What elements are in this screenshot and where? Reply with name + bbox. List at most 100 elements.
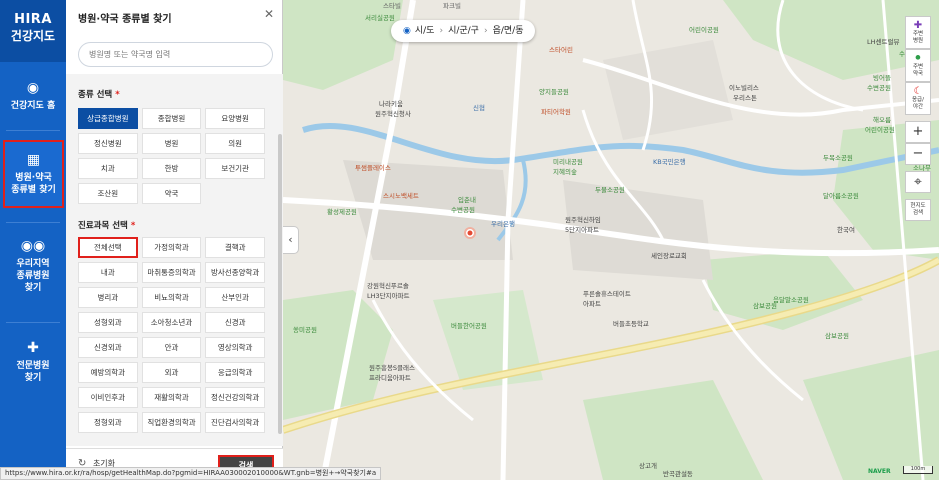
map-place-label[interactable]: 아파트 xyxy=(583,300,601,308)
map-place-label[interactable]: 달아름소공원 xyxy=(823,192,859,200)
dept-chip[interactable]: 신경외과 xyxy=(78,337,138,358)
close-icon[interactable]: ✕ xyxy=(262,7,276,21)
map-view[interactable]: 서리실공원스타빌파크빌어린이공원LH센트럴뷰수변공원나라키움원주혁신청사신협양지… xyxy=(283,0,939,480)
map-place-label[interactable]: 파크빌 xyxy=(443,2,461,10)
nav-item-region[interactable]: ◉◉ 우리지역 종류병원 찾기 xyxy=(0,238,66,294)
map-place-label[interactable]: 강원혁신푸르솔 xyxy=(367,282,409,290)
panel-scroll-area[interactable]: 종류 선택 * 상급종합병원 종합병원 요양병원 정신병원 병원 의원 치과 한방 보건기관 조산… xyxy=(66,74,283,446)
dept-chip[interactable]: 내과 xyxy=(78,262,138,283)
map-place-label[interactable]: 나라키움 xyxy=(379,100,403,108)
dept-chip[interactable]: 산부인과 xyxy=(205,287,265,308)
zoom-in-button[interactable]: + xyxy=(905,121,931,143)
dept-chip[interactable]: 비뇨의학과 xyxy=(141,287,202,308)
map-place-label[interactable]: 원주흥봉S클래스 xyxy=(369,364,415,372)
map-place-label[interactable]: 세인장로교회 xyxy=(651,252,687,260)
type-chip[interactable]: 병원 xyxy=(141,133,202,154)
map-place-label[interactable]: 쏭미공원 xyxy=(293,326,317,334)
map-place-label[interactable]: 두목소공원 xyxy=(823,154,853,162)
breadcrumb-dong[interactable]: 읍/면/동 xyxy=(493,26,524,36)
map-place-label[interactable]: 이노빌리스 xyxy=(729,84,759,92)
dept-chip[interactable]: 방사선종양학과 xyxy=(205,262,265,283)
map-place-label[interactable]: 스타빌 xyxy=(383,2,401,10)
map-place-label[interactable]: 서리실공원 xyxy=(365,14,395,22)
dept-chip[interactable]: 소아청소년과 xyxy=(141,312,202,333)
dept-chip[interactable]: 결핵과 xyxy=(205,237,265,258)
map-place-label[interactable]: 해오름 xyxy=(873,116,891,124)
map-place-label[interactable]: 푸른솔휴스테이트 xyxy=(583,290,631,298)
map-place-label[interactable]: 입춘내 xyxy=(458,196,476,204)
dept-chip[interactable]: 외과 xyxy=(141,362,202,383)
type-chip[interactable]: 조산원 xyxy=(78,183,138,204)
breadcrumb-sido[interactable]: 시/도 xyxy=(415,26,435,36)
type-chip[interactable]: 한방 xyxy=(141,158,202,179)
panel-scrollbar[interactable] xyxy=(278,134,282,434)
nearby-hospital-button[interactable]: ✚ 주변 병원 xyxy=(905,16,931,49)
map-place-label[interactable]: 양지들공원 xyxy=(539,88,569,96)
collapse-panel-button[interactable]: ‹ xyxy=(283,226,299,254)
map-place-label[interactable]: 반곡관설동 xyxy=(663,470,693,478)
type-chip[interactable]: 정신병원 xyxy=(78,133,138,154)
current-map-search-button[interactable]: 현지도 검색 xyxy=(905,199,931,221)
emergency-night-button[interactable]: ☾ 응급/ 야간 xyxy=(905,82,931,115)
map-place-label[interactable]: 파티어학원 xyxy=(541,108,571,116)
type-chip[interactable]: 상급종합병원 xyxy=(78,108,138,129)
type-chip[interactable]: 보건기관 xyxy=(205,158,265,179)
map-place-label[interactable]: 원주혁신하임 xyxy=(565,216,601,224)
map-place-label[interactable]: 빙어뜰 xyxy=(873,74,891,82)
map-place-label[interactable]: 음달말소공원 xyxy=(773,296,809,304)
map-place-label[interactable]: 상고개 xyxy=(639,462,657,470)
type-chip[interactable]: 종합병원 xyxy=(141,108,202,129)
dept-chip[interactable]: 안과 xyxy=(141,337,202,358)
nav-item-specialty[interactable]: ✚ 전문병원 찾기 xyxy=(0,340,66,384)
map-place-label[interactable]: 미리내공원 xyxy=(553,158,583,166)
map-place-label[interactable]: 버들한어공원 xyxy=(451,322,487,330)
map-place-label[interactable]: 두물소공원 xyxy=(595,186,625,194)
dept-chip[interactable]: 신경과 xyxy=(205,312,265,333)
map-place-label[interactable]: 버들초등학교 xyxy=(613,320,649,328)
map-place-label[interactable]: 수변공원 xyxy=(867,84,891,92)
crosshair-icon[interactable]: ⌖ xyxy=(905,171,931,193)
map-place-label[interactable]: 한국여 xyxy=(837,226,855,234)
dept-chip[interactable]: 병리과 xyxy=(78,287,138,308)
dept-chip[interactable]: 가정의학과 xyxy=(141,237,202,258)
map-place-label[interactable]: 스타어린 xyxy=(549,46,573,54)
type-chip[interactable]: 의원 xyxy=(205,133,265,154)
map-place-label[interactable]: 원주혁신청사 xyxy=(375,110,411,118)
hira-logo[interactable]: HIRA 건강지도 xyxy=(0,0,66,62)
dept-chip[interactable]: 정신건강의학과 xyxy=(205,387,265,408)
map-place-label[interactable]: 어린이공원 xyxy=(865,126,895,134)
dept-chip[interactable]: 이비인후과 xyxy=(78,387,138,408)
type-chip[interactable]: 치과 xyxy=(78,158,138,179)
map-place-label[interactable]: LH센트럴뷰 xyxy=(867,38,899,46)
nav-item-type-search[interactable]: ▦ 병원·약국 종류별 찾기 xyxy=(3,140,64,208)
map-place-label[interactable]: 프라디움아파트 xyxy=(369,374,411,382)
map-place-label[interactable]: 황성제공원 xyxy=(327,208,357,216)
dept-chip[interactable]: 성형외과 xyxy=(78,312,138,333)
type-chip[interactable]: 약국 xyxy=(141,183,202,204)
dept-chip[interactable]: 영상의학과 xyxy=(205,337,265,358)
nav-item-home[interactable]: ◉ 건강지도 홈 xyxy=(0,80,66,112)
zoom-out-button[interactable]: − xyxy=(905,143,931,165)
map-place-label[interactable]: 5단지아파트 xyxy=(565,226,599,234)
map-place-label[interactable]: 신협 xyxy=(473,104,485,112)
dept-chip[interactable]: 진단검사의학과 xyxy=(205,412,265,433)
map-place-label[interactable]: KB국민은행 xyxy=(653,158,686,166)
dept-chip[interactable]: 응급의학과 xyxy=(205,362,265,383)
map-place-label[interactable]: 어린이공원 xyxy=(689,26,719,34)
map-place-label[interactable]: 삼보공원 xyxy=(825,332,849,340)
dept-chip[interactable]: 마취통증의학과 xyxy=(141,262,202,283)
map-place-label[interactable]: 지혜의숲 xyxy=(553,168,577,176)
dept-chip[interactable]: 직업환경의학과 xyxy=(141,412,202,433)
dept-chip[interactable]: 재활의학과 xyxy=(141,387,202,408)
dept-chip[interactable]: 예방의학과 xyxy=(78,362,138,383)
hospital-search-input[interactable] xyxy=(78,42,273,67)
map-place-label[interactable]: 스시노백세트 xyxy=(383,192,419,200)
dept-chip[interactable]: 전체선택 xyxy=(78,237,138,258)
breadcrumb-sigungu[interactable]: 시/군/구 xyxy=(448,26,479,36)
map-place-label[interactable]: LH3단지아파트 xyxy=(367,292,410,300)
type-chip[interactable]: 요양병원 xyxy=(205,108,265,129)
map-place-label[interactable]: 수변공원 xyxy=(451,206,475,214)
dept-chip[interactable]: 정형외과 xyxy=(78,412,138,433)
map-place-label[interactable]: 우리은행 xyxy=(491,220,515,228)
map-place-label[interactable]: 투썸플레이스 xyxy=(355,164,391,172)
